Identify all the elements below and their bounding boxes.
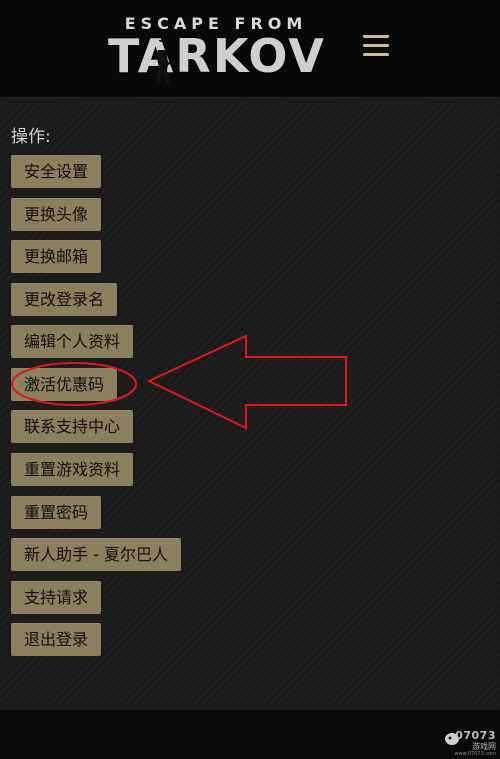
site-header: ESCAPE FROM TARKOV <box>0 0 500 98</box>
footer-bar <box>0 710 500 759</box>
activate-promo-code-button[interactable]: 激活优惠码 <box>11 368 118 401</box>
support-request-button[interactable]: 支持请求 <box>11 581 102 614</box>
hamburger-menu-icon <box>363 53 389 56</box>
logo-title: TARKOV <box>108 29 326 83</box>
logout-button[interactable]: 退出登录 <box>11 623 102 656</box>
reset-game-profile-button[interactable]: 重置游戏资料 <box>11 453 134 486</box>
escape-from-tarkov-logo[interactable]: ESCAPE FROM TARKOV <box>108 14 324 84</box>
edit-profile-button[interactable]: 编辑个人资料 <box>11 325 134 358</box>
change-login-name-button[interactable]: 更改登录名 <box>11 283 118 316</box>
newbie-helper-sherpa-button[interactable]: 新人助手 - 夏尔巴人 <box>11 538 181 571</box>
menu-toggle-button[interactable] <box>360 32 392 60</box>
watermark-url: www.07073.com <box>454 751 496 757</box>
actions-heading: 操作: <box>11 127 51 147</box>
soldier-silhouette-icon <box>156 40 176 84</box>
page: ESCAPE FROM TARKOV 操作: 安全设置 更换头像 更换邮箱 更改… <box>0 0 500 759</box>
change-email-button[interactable]: 更换邮箱 <box>11 240 102 273</box>
change-avatar-button[interactable]: 更换头像 <box>11 198 102 231</box>
account-actions-panel <box>0 98 500 710</box>
contact-support-button[interactable]: 联系支持中心 <box>11 410 134 443</box>
security-settings-button[interactable]: 安全设置 <box>11 155 102 188</box>
hamburger-menu-icon <box>363 35 389 38</box>
hamburger-menu-icon <box>363 44 389 47</box>
reset-password-button[interactable]: 重置密码 <box>11 496 102 529</box>
